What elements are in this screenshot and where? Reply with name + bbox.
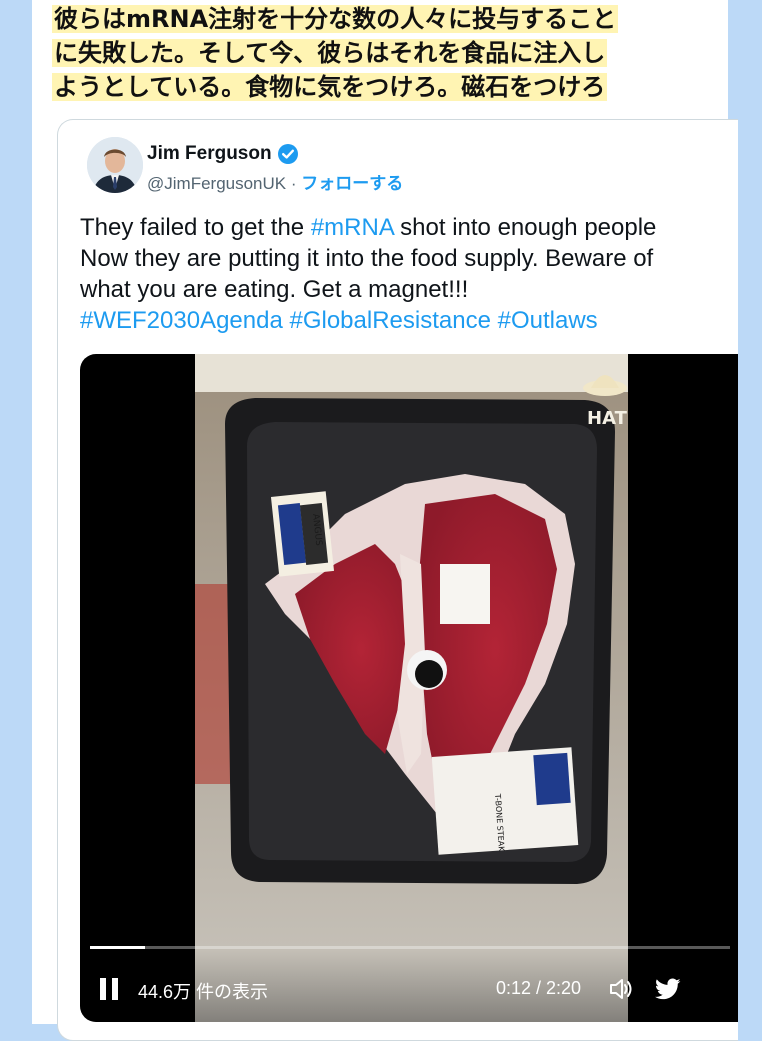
headline-line-3: ようとしている。食物に気をつけろ。磁石をつけろ (52, 73, 608, 101)
video-timer: 0:12 / 2:20 (496, 978, 582, 998)
hashtag-mrna-link[interactable]: #mRNA (311, 214, 394, 241)
tweet-hashtags: #WEF2030Agenda #GlobalResistance #Outlaw… (80, 305, 720, 336)
tweet-line-1: They failed to get the #mRNA shot into e… (80, 212, 720, 243)
view-count: 44.6万 件の表示 (138, 982, 269, 1002)
author-handle[interactable]: @JimFergusonUK (147, 174, 286, 193)
watermark-text: HATS (587, 408, 628, 429)
author-name[interactable]: Jim Ferguson (147, 143, 272, 165)
video-scrubber[interactable] (90, 946, 730, 949)
tweet-line-1-post: shot into enough people (393, 214, 657, 241)
headline: 彼らはmRNA注射を十分な数の人々に投与すること に失敗した。そして今、彼らはそ… (52, 2, 692, 104)
video-progress-fill (90, 946, 146, 949)
hashtag-link[interactable]: #GlobalResistance (289, 307, 490, 334)
headline-line-2: に失敗した。そして今、彼らはそれを食品に注入し (52, 39, 608, 67)
avatar-portrait-image (87, 137, 143, 193)
verified-badge-icon (277, 144, 298, 164)
tweet-text: They failed to get the #mRNA shot into e… (80, 212, 720, 336)
tweet-line-1-pre: They failed to get the (80, 214, 311, 241)
hashtag-link[interactable]: #WEF2030Agenda (80, 307, 283, 334)
tweet-line-2: Now they are putting it into the food su… (80, 245, 654, 272)
author-name-row: Jim Ferguson (147, 142, 299, 166)
hashtag-link[interactable]: #Outlaws (498, 307, 598, 334)
tweet-line-3: what you are eating. Get a magnet!!! (80, 276, 469, 303)
video-frame-steak-image: HATS ANGUS T-BONE STEAK (195, 354, 628, 1022)
author-avatar[interactable] (87, 137, 143, 193)
follow-button[interactable]: フォローする (301, 174, 403, 193)
handle-row: @JimFergusonUK · フォローする (147, 169, 403, 194)
video-player[interactable]: HATS ANGUS T-BONE STEAK 44.6万 件の表示 0:12 … (80, 354, 738, 1022)
tweet-card[interactable]: Jim Ferguson @JimFergusonUK · フォローする The… (57, 119, 738, 1041)
twitter-bird-icon[interactable] (654, 976, 682, 1002)
separator-dot: · (290, 174, 297, 193)
headline-line-1: 彼らはmRNA注射を十分な数の人々に投与すること (52, 5, 619, 33)
pause-icon[interactable] (100, 978, 118, 1000)
volume-icon[interactable] (608, 976, 634, 1002)
